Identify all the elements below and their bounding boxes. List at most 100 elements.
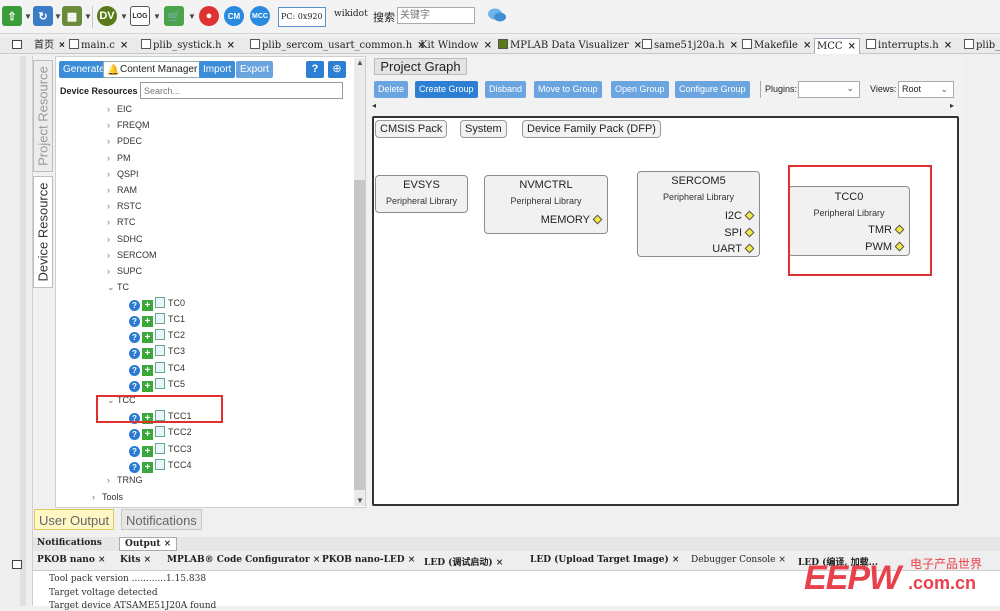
- move-to-group-button[interactable]: Move to Group: [534, 81, 602, 98]
- resource-scrollbar[interactable]: ▲ ▼: [354, 58, 365, 506]
- tab-lower-output[interactable]: Output ×: [119, 537, 178, 551]
- spi-port[interactable]: SPI: [724, 227, 755, 239]
- tab-kits[interactable]: Kits ×: [120, 555, 151, 565]
- tab-lower-notifications[interactable]: Notifications: [37, 538, 102, 548]
- i2c-port[interactable]: I2C: [725, 210, 755, 222]
- tree-item-freqm[interactable]: › FREQM: [107, 120, 150, 130]
- tab-plib-overflow[interactable]: plib_: [962, 38, 1000, 54]
- log-icon[interactable]: LOG: [130, 6, 150, 26]
- scroll-down-icon[interactable]: ▼: [356, 496, 364, 505]
- tab-led-upload[interactable]: LED (Upload Target Image) ×: [530, 555, 679, 565]
- export-button[interactable]: Export: [236, 61, 273, 78]
- add-icon: +: [142, 300, 153, 311]
- tab-mcc[interactable]: MCC ×: [814, 38, 860, 54]
- tree-item-trng[interactable]: › TRNG: [107, 475, 143, 485]
- upload-icon[interactable]: ⇧: [2, 6, 22, 26]
- import-button[interactable]: Import: [199, 61, 236, 78]
- chevron-down-icon[interactable]: ▼: [84, 12, 92, 21]
- restore-window-icon[interactable]: [12, 560, 22, 569]
- tab-plib-systick-h[interactable]: plib_systick.h ×: [139, 38, 235, 54]
- tree-item-tools[interactable]: › Tools: [92, 492, 123, 502]
- tab-makefile[interactable]: Makefile ×: [740, 38, 811, 54]
- tree-leaf-tc0[interactable]: ? + TC0: [129, 297, 185, 311]
- tab-plib-sercom-usart-common-h[interactable]: plib_sercom_usart_common.h ×: [248, 38, 426, 54]
- tree-item-rstc[interactable]: › RSTC: [107, 201, 142, 211]
- tab-notifications[interactable]: Notifications: [121, 509, 202, 530]
- chevron-down-icon[interactable]: ▼: [153, 12, 161, 21]
- tab-main-c[interactable]: main.c ×: [67, 38, 128, 54]
- chevron-down-icon[interactable]: ▼: [24, 12, 32, 21]
- tab-pkob-nano-led[interactable]: PKOB nano-LED ×: [322, 555, 415, 565]
- generate-button[interactable]: Generate: [59, 61, 109, 78]
- scroll-up-icon[interactable]: ▲: [356, 58, 364, 67]
- chat-icon[interactable]: [487, 6, 507, 24]
- tab-led-debug[interactable]: LED (调试启动) ×: [424, 555, 503, 568]
- sercom5-component[interactable]: SERCOM5 Peripheral Library I2C SPI UART: [637, 171, 760, 257]
- tab-mcc-output[interactable]: MPLAB® Code Configurator ×: [167, 555, 320, 565]
- tab-home[interactable]: 首页 ×: [32, 38, 65, 54]
- memory-port[interactable]: MEMORY: [541, 214, 603, 226]
- cmsis-pack-node[interactable]: CMSIS Pack: [375, 120, 448, 138]
- scroll-right-icon[interactable]: ▸: [950, 101, 954, 110]
- tree-item-sdhc[interactable]: › SDHC: [107, 234, 143, 244]
- tree-item-qspi[interactable]: › QSPI: [107, 169, 139, 179]
- tab-data-visualizer[interactable]: MPLAB Data Visualizer ×: [496, 38, 642, 54]
- tree-item-tc[interactable]: ⌄ TC: [107, 282, 129, 293]
- tree-item-pm[interactable]: › PM: [107, 153, 131, 163]
- tree-item-ram[interactable]: › RAM: [107, 185, 137, 195]
- tree-leaf-tc3[interactable]: ? + TC3: [129, 345, 185, 359]
- tab-same51j20a-h[interactable]: same51j20a.h ×: [640, 38, 738, 54]
- record-icon[interactable]: ●: [199, 6, 219, 26]
- search-input[interactable]: [397, 7, 475, 24]
- graph-canvas[interactable]: CMSIS Pack System Device Family Pack (DF…: [372, 116, 959, 506]
- views-select[interactable]: Root ⌄: [898, 81, 954, 98]
- open-group-button[interactable]: Open Group: [611, 81, 669, 98]
- tab-pkob-nano[interactable]: PKOB nano ×: [37, 555, 106, 565]
- system-node[interactable]: System: [460, 120, 507, 138]
- help-icon[interactable]: ?: [306, 61, 324, 78]
- cart-icon[interactable]: 🛒: [164, 6, 184, 26]
- configure-group-button[interactable]: Configure Group: [675, 81, 750, 98]
- tab-project-resource[interactable]: Project Resource: [33, 60, 53, 172]
- tree-item-sercom[interactable]: › SERCOM: [107, 250, 157, 260]
- uart-port[interactable]: UART: [712, 243, 755, 255]
- tree-item-supc[interactable]: › SUPC: [107, 266, 142, 276]
- restore-window-icon[interactable]: [12, 40, 22, 49]
- tree-leaf-tc4[interactable]: ? + TC4: [129, 362, 185, 376]
- tree-leaf-tcc2[interactable]: ? + TCC2: [129, 426, 192, 440]
- tree-item-pdec[interactable]: › PDEC: [107, 136, 142, 146]
- tab-debugger-console[interactable]: Debugger Console ×: [691, 555, 786, 565]
- chevron-down-icon[interactable]: ▼: [54, 12, 62, 21]
- content-manager-button[interactable]: 🔔 Content Manager: [103, 61, 203, 78]
- tree-leaf-tcc3[interactable]: ? + TCC3: [129, 443, 192, 457]
- resource-search-input[interactable]: [140, 82, 343, 99]
- tab-interrupts-h[interactable]: interrupts.h ×: [864, 38, 952, 54]
- globe-icon[interactable]: ⊕: [328, 61, 346, 78]
- chevron-down-icon[interactable]: ▼: [188, 12, 196, 21]
- scroll-left-icon[interactable]: ◂: [372, 101, 376, 110]
- tree-item-rtc[interactable]: › RTC: [107, 217, 135, 227]
- tree-item-eic[interactable]: › EIC: [107, 104, 132, 114]
- mcc-icon[interactable]: MCC: [250, 6, 270, 26]
- plugins-select[interactable]: ⌄: [798, 81, 860, 98]
- tab-device-resource[interactable]: Device Resource: [33, 176, 53, 288]
- tab-kit-window[interactable]: Kit Window ×: [418, 38, 492, 54]
- create-group-button[interactable]: Create Group: [415, 81, 478, 98]
- tree-leaf-tc5[interactable]: ? + TC5: [129, 378, 185, 392]
- tree-leaf-tcc4[interactable]: ? + TCC4: [129, 459, 192, 473]
- chevron-down-icon[interactable]: ▼: [120, 12, 128, 21]
- data-visualizer-icon[interactable]: DV: [97, 6, 117, 26]
- nvmctrl-component[interactable]: NVMCTRL Peripheral Library MEMORY: [484, 175, 608, 234]
- scroll-thumb[interactable]: [354, 180, 365, 490]
- disband-button[interactable]: Disband: [485, 81, 527, 98]
- component-title: EVSYS: [403, 179, 440, 191]
- delete-button[interactable]: Delete: [374, 81, 409, 98]
- tree-leaf-tc1[interactable]: ? + TC1: [129, 313, 185, 327]
- tree-leaf-tc2[interactable]: ? + TC2: [129, 329, 185, 343]
- refresh-icon[interactable]: ↻: [33, 6, 53, 26]
- cm-icon[interactable]: CM: [224, 6, 244, 26]
- build-icon[interactable]: ▦: [62, 6, 82, 26]
- tab-user-output[interactable]: User Output: [34, 509, 115, 530]
- evsys-component[interactable]: EVSYS Peripheral Library: [375, 175, 468, 213]
- dfp-node[interactable]: Device Family Pack (DFP): [522, 120, 661, 138]
